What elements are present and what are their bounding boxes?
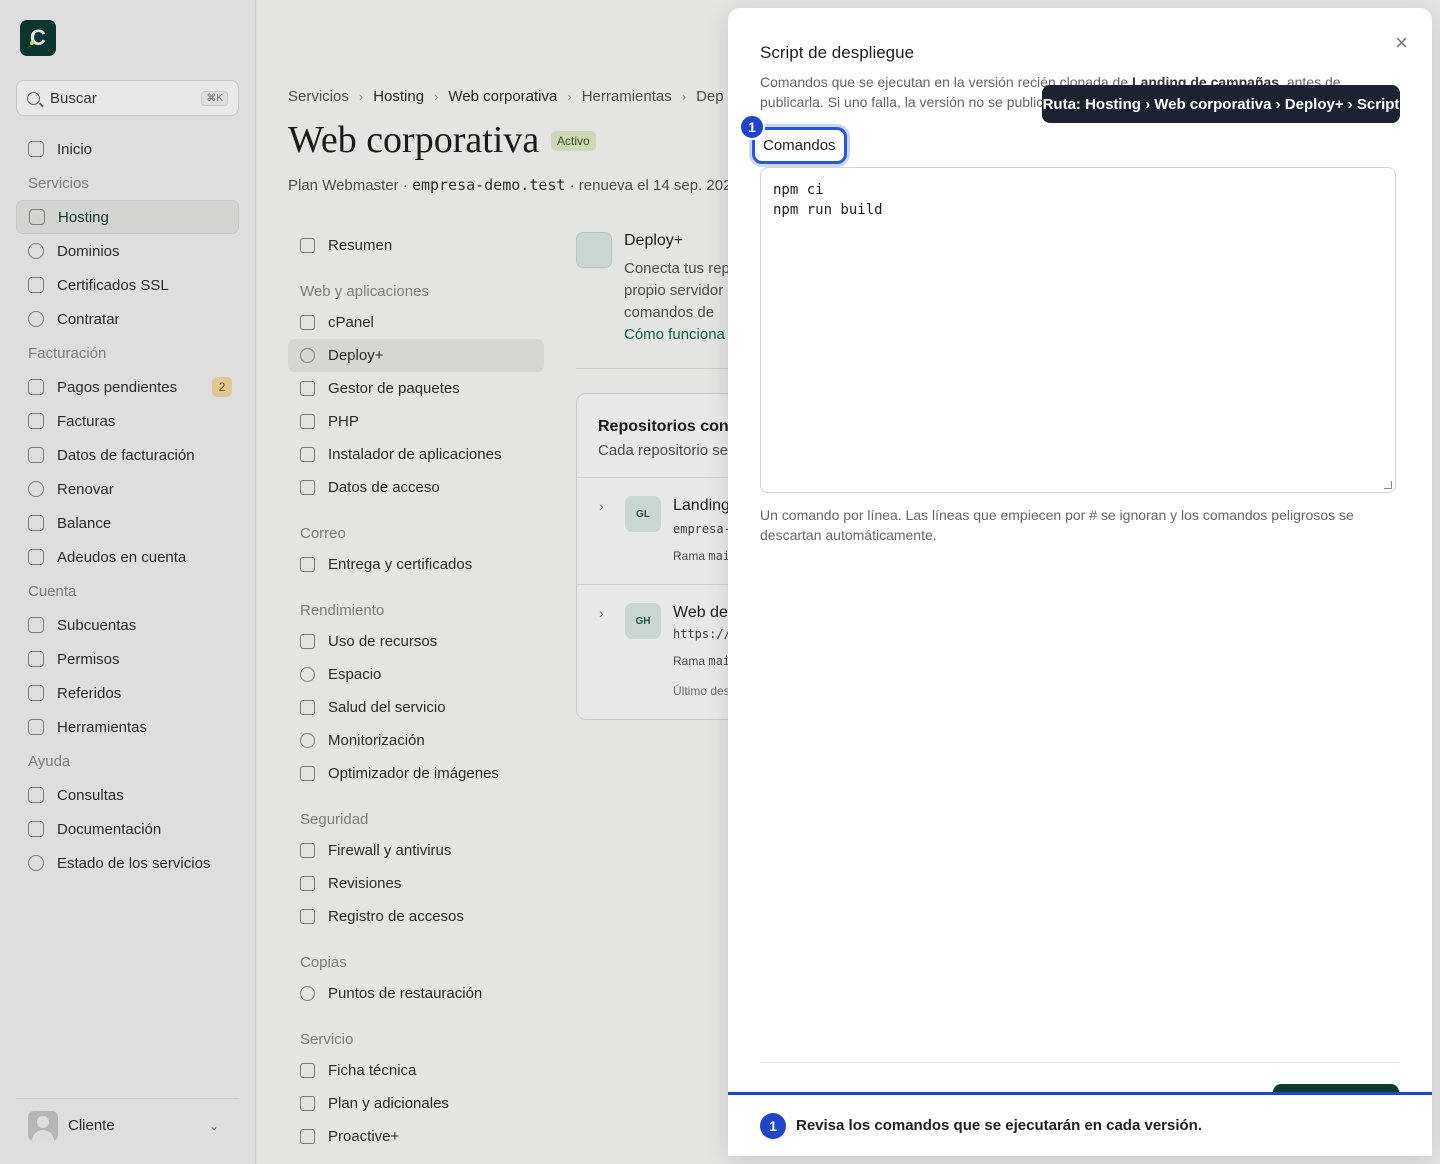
commands-text: npm ci npm run build xyxy=(773,182,883,218)
panel-title: Script de despliegue xyxy=(760,43,915,62)
tour-step-text: Revisa los comandos que se ejecutarán en… xyxy=(796,1117,1203,1134)
deploy-script-panel: Script de despliegue × Comandos que se e… xyxy=(728,8,1432,1156)
tour-step-number: 1 xyxy=(760,1112,786,1139)
divider xyxy=(760,1062,1400,1063)
route-tooltip: Ruta: Hosting › Web corporativa › Deploy… xyxy=(1042,85,1400,123)
tour-banner: 1 Revisa los comandos que se ejecutarán … xyxy=(728,1092,1432,1156)
commands-help: Un comando por línea. Las líneas que emp… xyxy=(760,507,1354,543)
tour-step-marker: 1 xyxy=(739,114,765,140)
commands-label: Comandos xyxy=(752,127,847,164)
resize-handle-icon[interactable] xyxy=(1384,481,1392,489)
commands-textarea[interactable]: npm ci npm run build xyxy=(760,167,1396,493)
close-icon[interactable]: × xyxy=(1395,30,1408,56)
